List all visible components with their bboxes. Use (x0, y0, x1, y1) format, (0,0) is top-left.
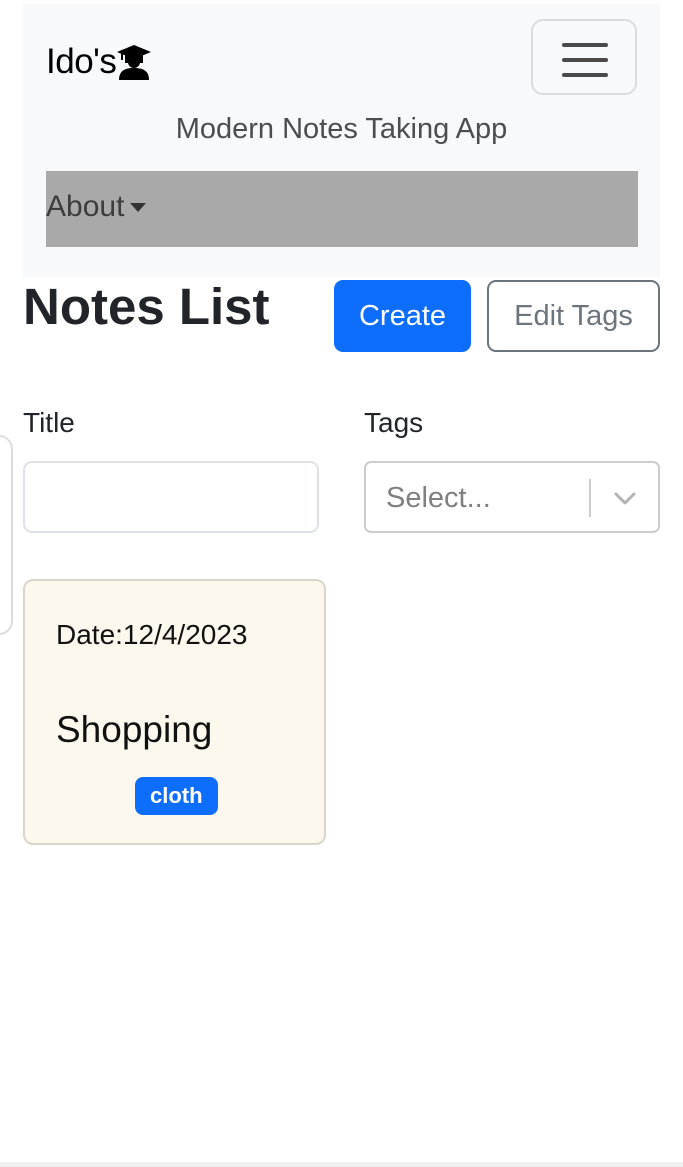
note-date: Date:12/4/2023 (56, 619, 248, 650)
edit-tags-button[interactable]: Edit Tags (487, 280, 660, 352)
collapsed-nav-menu: About (46, 171, 638, 247)
note-title: Shopping (56, 709, 213, 750)
note-card[interactable]: Date:12/4/2023 Shopping cloth (23, 579, 326, 845)
brand-text: Ido's (46, 42, 117, 81)
brand[interactable]: Ido's (46, 40, 152, 84)
navbar: Ido's Modern Notes Taking App About (23, 4, 660, 277)
bottom-divider (0, 1162, 683, 1167)
page-title: Notes List (23, 278, 270, 335)
about-label: About (46, 190, 125, 223)
tag-badge: cloth (135, 777, 218, 815)
app-subtitle: Modern Notes Taking App (175, 113, 508, 145)
tags-filter-label: Tags (364, 407, 424, 438)
tags-select[interactable]: Select... (364, 461, 660, 533)
hamburger-icon-bar (562, 73, 608, 77)
caret-down-icon (130, 202, 147, 212)
navbar-toggle-button[interactable] (531, 19, 637, 95)
hamburger-icon (562, 43, 608, 47)
tags-select-placeholder: Select... (386, 482, 491, 514)
hamburger-icon-bar (562, 58, 608, 62)
title-filter-input[interactable] (23, 461, 319, 533)
title-filter-label: Title (23, 407, 75, 438)
teacher-icon (117, 45, 152, 80)
create-button[interactable]: Create (334, 280, 471, 352)
about-dropdown[interactable]: About (46, 190, 147, 224)
select-separator (589, 479, 591, 517)
chevron-down-icon[interactable] (612, 485, 638, 511)
side-panel-edge (0, 435, 13, 635)
